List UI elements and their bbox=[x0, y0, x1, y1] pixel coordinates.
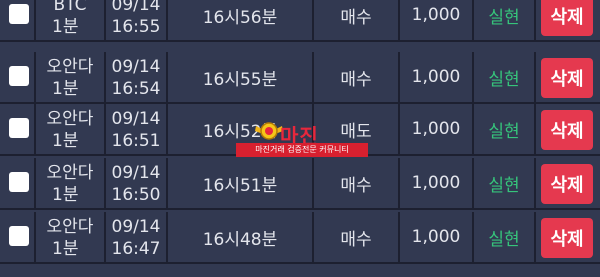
trade-type: 매수 bbox=[340, 175, 372, 196]
trade-type: 매수 bbox=[340, 7, 372, 28]
status-text: 실현 bbox=[488, 229, 520, 250]
delete-cell: 삭제 bbox=[536, 158, 600, 208]
order-date: 09/14 bbox=[111, 0, 161, 15]
type-cell: 매도 bbox=[314, 104, 400, 154]
type-cell: 매수 bbox=[314, 52, 400, 102]
type-cell: 매수 bbox=[314, 0, 400, 40]
row-checkbox[interactable] bbox=[9, 226, 29, 246]
time-cell: 09/14 16:51 bbox=[106, 104, 168, 154]
amount-cell: 1,000 bbox=[400, 212, 474, 262]
order-date: 09/14 bbox=[111, 217, 161, 237]
symbol-cell: 오안다 1분 bbox=[36, 158, 106, 208]
table-row: 오안다 1분 09/14 16:47 16시48분 매수 1,000 실현 삭제 bbox=[0, 212, 600, 264]
trade-type: 매도 bbox=[340, 121, 372, 142]
amount-cell: 1,000 bbox=[400, 0, 474, 40]
time-cell: 09/14 16:54 bbox=[106, 52, 168, 102]
round-text: 16시48분 bbox=[202, 229, 278, 250]
table-row: 오안다 1분 09/14 16:50 16시51분 매수 1,000 실현 삭제 bbox=[0, 158, 600, 210]
status-text: 실현 bbox=[488, 121, 520, 142]
table-row: BTC 1분 09/14 16:55 16시56분 매수 1,000 실현 삭제 bbox=[0, 0, 600, 42]
delete-button[interactable]: 삭제 bbox=[541, 0, 593, 36]
order-time: 16:47 bbox=[111, 239, 161, 259]
symbol-name: 오안다 bbox=[46, 57, 94, 77]
amount-cell: 1,000 bbox=[400, 52, 474, 102]
trade-type: 매수 bbox=[340, 69, 372, 90]
status-cell: 실현 bbox=[474, 212, 536, 262]
symbol-interval: 1분 bbox=[52, 79, 79, 99]
order-date: 09/14 bbox=[111, 57, 161, 77]
order-time: 16:54 bbox=[111, 79, 161, 99]
symbol-name: 오안다 bbox=[46, 217, 94, 237]
status-cell: 실현 bbox=[474, 0, 536, 40]
status-cell: 실현 bbox=[474, 52, 536, 102]
trade-amount: 1,000 bbox=[411, 119, 461, 139]
delete-cell: 삭제 bbox=[536, 0, 600, 40]
order-time: 16:51 bbox=[111, 131, 161, 151]
round-text: 16시56분 bbox=[202, 7, 278, 28]
order-time: 16:50 bbox=[111, 185, 161, 205]
select-cell bbox=[0, 104, 36, 154]
row-checkbox[interactable] bbox=[9, 172, 29, 192]
round-text: 16시55분 bbox=[202, 69, 278, 90]
delete-button[interactable]: 삭제 bbox=[541, 58, 593, 98]
amount-cell: 1,000 bbox=[400, 158, 474, 208]
round-text: 16시51분 bbox=[202, 175, 278, 196]
symbol-cell: 오안다 1분 bbox=[36, 212, 106, 262]
select-cell bbox=[0, 158, 36, 208]
row-checkbox[interactable] bbox=[9, 66, 29, 86]
trade-history-table: BTC 1분 09/14 16:55 16시56분 매수 1,000 실현 삭제 bbox=[0, 0, 600, 277]
round-cell: 16시52분 bbox=[168, 104, 314, 154]
amount-cell: 1,000 bbox=[400, 104, 474, 154]
symbol-interval: 1분 bbox=[52, 185, 79, 205]
round-cell: 16시48분 bbox=[168, 212, 314, 262]
round-text: 16시52분 bbox=[202, 121, 278, 142]
status-text: 실현 bbox=[488, 7, 520, 28]
round-cell: 16시55분 bbox=[168, 52, 314, 102]
delete-button[interactable]: 삭제 bbox=[541, 110, 593, 150]
status-cell: 실현 bbox=[474, 104, 536, 154]
type-cell: 매수 bbox=[314, 158, 400, 208]
delete-button[interactable]: 삭제 bbox=[541, 164, 593, 204]
delete-cell: 삭제 bbox=[536, 212, 600, 262]
symbol-name: 오안다 bbox=[46, 163, 94, 183]
table-row: 오안다 1분 09/14 16:54 16시55분 매수 1,000 실현 삭제 bbox=[0, 52, 600, 104]
round-cell: 16시56분 bbox=[168, 0, 314, 40]
trade-amount: 1,000 bbox=[411, 67, 461, 87]
type-cell: 매수 bbox=[314, 212, 400, 262]
delete-cell: 삭제 bbox=[536, 104, 600, 154]
status-cell: 실현 bbox=[474, 158, 536, 208]
row-checkbox[interactable] bbox=[9, 118, 29, 138]
symbol-cell: 오안다 1분 bbox=[36, 52, 106, 102]
select-cell bbox=[0, 52, 36, 102]
trade-amount: 1,000 bbox=[411, 173, 461, 193]
order-date: 09/14 bbox=[111, 109, 161, 129]
time-cell: 09/14 16:47 bbox=[106, 212, 168, 262]
select-cell bbox=[0, 212, 36, 262]
order-time: 16:55 bbox=[111, 17, 161, 37]
delete-cell: 삭제 bbox=[536, 52, 600, 102]
trade-amount: 1,000 bbox=[411, 227, 461, 247]
status-text: 실현 bbox=[488, 69, 520, 90]
round-cell: 16시51분 bbox=[168, 158, 314, 208]
delete-button[interactable]: 삭제 bbox=[541, 218, 593, 258]
symbol-interval: 1분 bbox=[52, 17, 79, 37]
symbol-interval: 1분 bbox=[52, 131, 79, 151]
trade-type: 매수 bbox=[340, 229, 372, 250]
symbol-interval: 1분 bbox=[52, 239, 79, 259]
time-cell: 09/14 16:55 bbox=[106, 0, 168, 40]
order-date: 09/14 bbox=[111, 163, 161, 183]
select-cell bbox=[0, 0, 36, 40]
time-cell: 09/14 16:50 bbox=[106, 158, 168, 208]
table-row: 오안다 1분 09/14 16:51 16시52분 매도 1,000 실현 삭제 bbox=[0, 104, 600, 156]
symbol-cell: 오안다 1분 bbox=[36, 104, 106, 154]
symbol-cell: BTC 1분 bbox=[36, 0, 106, 40]
row-checkbox[interactable] bbox=[9, 4, 29, 24]
symbol-name: BTC bbox=[53, 0, 87, 15]
status-text: 실현 bbox=[488, 175, 520, 196]
symbol-name: 오안다 bbox=[46, 109, 94, 129]
trade-amount: 1,000 bbox=[411, 5, 461, 25]
